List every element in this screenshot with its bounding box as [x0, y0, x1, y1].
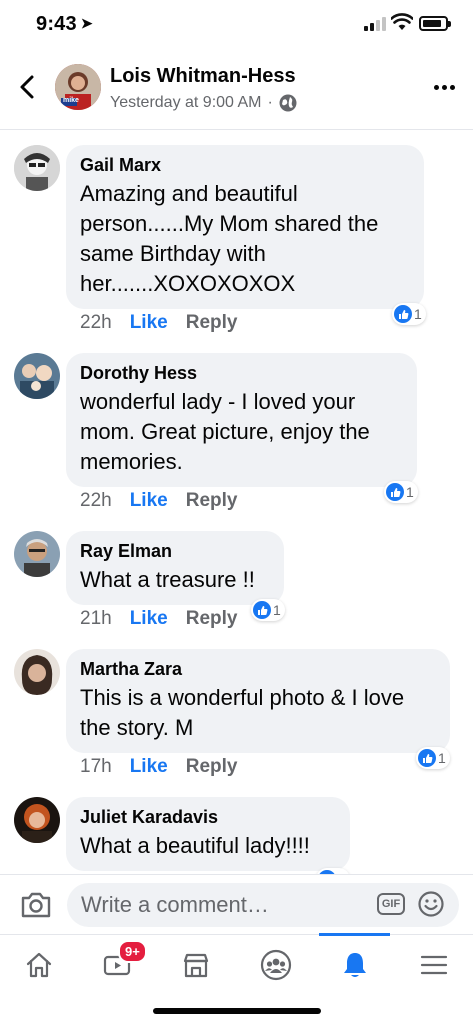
comment-text: What a beautiful lady!!!!: [80, 833, 310, 858]
like-button[interactable]: Like: [130, 490, 168, 512]
author-name[interactable]: Lois Whitman-Hess: [110, 65, 296, 88]
back-arrow-icon[interactable]: [14, 72, 42, 102]
like-button[interactable]: Like: [130, 312, 168, 334]
reaction-number: 1: [438, 750, 446, 766]
home-indicator: [153, 1008, 321, 1014]
reaction-number: 1: [414, 306, 422, 322]
comment-bubble[interactable]: Gail Marx Amazing and beautiful person..…: [66, 145, 424, 309]
thumbs-up-icon: [418, 749, 436, 767]
wifi-icon: [391, 13, 413, 30]
comment-bubble[interactable]: Juliet Karadavis What a beautiful lady!!…: [66, 797, 350, 871]
commenter-name[interactable]: Martha Zara: [80, 659, 436, 680]
reply-button[interactable]: Reply: [186, 490, 238, 512]
comment-bubble[interactable]: Ray Elman What a treasure !!: [66, 531, 284, 605]
home-icon[interactable]: [11, 943, 67, 987]
commenter-name[interactable]: Gail Marx: [80, 155, 410, 176]
reply-button[interactable]: Reply: [186, 608, 238, 630]
gif-button[interactable]: GIF: [377, 893, 405, 915]
reply-button[interactable]: Reply: [186, 312, 238, 334]
commenter-avatar[interactable]: [14, 797, 60, 843]
battery-icon: [419, 16, 451, 31]
commenter-name[interactable]: Ray Elman: [80, 541, 270, 562]
reaction-number: 1: [273, 602, 281, 618]
cellular-signal-icon: [364, 17, 386, 31]
status-time: 9:43 ➤: [36, 13, 93, 36]
commenter-avatar[interactable]: [14, 531, 60, 577]
location-arrow-icon: ➤: [80, 15, 93, 31]
thumbs-up-icon: [386, 483, 404, 501]
reaction-count[interactable]: 1: [392, 303, 426, 325]
comment-actions: 22h Like Reply: [80, 490, 237, 512]
commenter-avatar[interactable]: [14, 649, 60, 695]
menu-icon[interactable]: [406, 943, 462, 987]
comment-time: 21h: [80, 608, 112, 629]
comment-actions: 21h Like Reply: [80, 608, 237, 630]
globe-icon: [279, 94, 297, 112]
commenter-name[interactable]: Dorothy Hess: [80, 363, 403, 384]
watch-badge: 9+: [118, 940, 147, 963]
thumbs-up-icon: [253, 601, 271, 619]
comment-text: What a treasure !!: [80, 567, 255, 592]
comment-text: wonderful lady - I loved your mom. Great…: [80, 389, 370, 474]
comment-actions: 22h Like Reply: [80, 312, 237, 334]
active-tab-indicator: [319, 933, 390, 936]
reaction-count[interactable]: 1: [251, 599, 285, 621]
status-bar: 9:43 ➤: [0, 0, 473, 52]
comment-text: Amazing and beautiful person......My Mom…: [80, 181, 379, 296]
more-options-button[interactable]: [434, 77, 458, 97]
marketplace-icon[interactable]: [168, 943, 224, 987]
comment-time: 22h: [80, 312, 112, 333]
avatar-text: mike: [63, 97, 79, 104]
comment-actions: 17h Like Reply: [80, 756, 237, 778]
comment-time: 22h: [80, 490, 112, 511]
like-button[interactable]: Like: [130, 608, 168, 630]
comment-composer: GIF: [0, 874, 473, 934]
comment-item: Juliet Karadavis What a beautiful lady!!…: [0, 792, 473, 874]
emoji-icon[interactable]: [418, 891, 444, 917]
reply-button[interactable]: Reply: [186, 756, 238, 778]
notifications-icon[interactable]: [327, 943, 383, 987]
commenter-avatar[interactable]: [14, 353, 60, 399]
author-avatar[interactable]: mike: [55, 64, 101, 110]
comment-time: 17h: [80, 756, 112, 777]
comment-text: This is a wonderful photo & I love the s…: [80, 685, 405, 740]
comment-bubble[interactable]: Dorothy Hess wonderful lady - I loved yo…: [66, 353, 417, 487]
comment-bubble[interactable]: Martha Zara This is a wonderful photo & …: [66, 649, 450, 753]
like-button[interactable]: Like: [130, 756, 168, 778]
reaction-count[interactable]: 1: [416, 747, 450, 769]
status-time-text: 9:43: [36, 13, 77, 35]
post-header: mike Lois Whitman-Hess Yesterday at 9:00…: [0, 52, 473, 130]
reaction-count[interactable]: 1: [384, 481, 418, 503]
groups-icon[interactable]: [248, 943, 304, 987]
meta-separator: ·: [267, 94, 273, 111]
thumbs-up-icon: [394, 305, 412, 323]
commenter-avatar[interactable]: [14, 145, 60, 191]
post-meta: Yesterday at 9:00 AM ·: [110, 94, 297, 112]
camera-icon[interactable]: [20, 891, 52, 919]
post-timestamp[interactable]: Yesterday at 9:00 AM: [110, 94, 262, 112]
reaction-number: 1: [406, 484, 414, 500]
commenter-name[interactable]: Juliet Karadavis: [80, 807, 336, 828]
